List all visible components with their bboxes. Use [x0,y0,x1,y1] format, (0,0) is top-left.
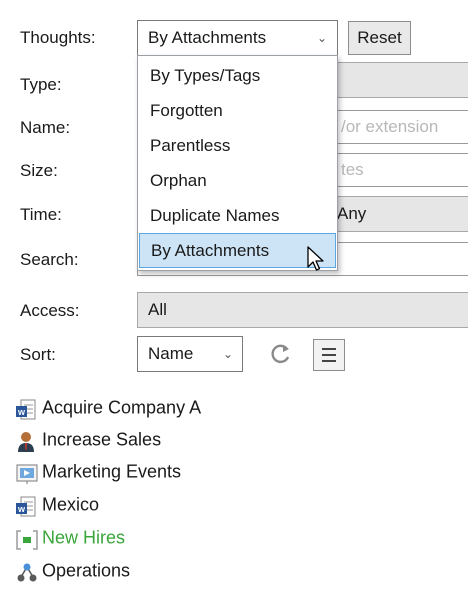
name-input-placeholder: /or extension [341,117,439,136]
access-label: Access: [20,301,80,320]
menu-item-label: By Attachments [151,240,270,260]
search-label: Search: [20,250,79,269]
word-doc-icon: w [16,399,36,420]
menu-item-label: Orphan [150,170,207,190]
thoughts-select[interactable]: By Attachments ⌄ [137,20,338,56]
size-label: Size: [20,161,58,180]
person-icon [16,431,36,452]
word-doc-icon: w [16,496,36,517]
presentation-icon [16,463,38,484]
refresh-icon[interactable] [266,339,296,369]
list-item-label: Increase Sales [42,429,162,450]
sort-select[interactable]: Name ⌄ [137,336,243,372]
svg-text:w: w [17,504,26,514]
chevron-down-icon: ⌄ [222,347,233,361]
menu-item-forgotten[interactable]: Forgotten [139,93,336,128]
list-item-label: Mexico [42,494,100,515]
reset-button[interactable]: Reset [348,21,411,55]
access-select-value: All [148,300,167,319]
thoughts-label: Thoughts: [20,28,96,47]
chevron-down-icon: ⌄ [316,31,327,45]
menu-item-by-types-tags[interactable]: By Types/Tags [139,58,336,93]
list-item-label: Acquire Company A [42,397,202,418]
list-item-label: Marketing Events [42,461,182,482]
access-select[interactable]: All [137,292,468,328]
menu-list-icon[interactable] [313,339,345,371]
menu-item-duplicate-names[interactable]: Duplicate Names [139,198,336,233]
mouse-cursor-icon [306,246,328,279]
name-label: Name: [20,118,71,137]
list-item-label: Operations [42,560,131,581]
menu-item-parentless[interactable]: Parentless [139,128,336,163]
size-input-placeholder: tes [341,160,364,179]
svg-text:w: w [17,407,26,417]
org-chart-icon [16,562,37,582]
time-select-value: Any [337,204,367,223]
thoughts-dropdown-menu: By Types/Tags Forgotten Parentless Orpha… [137,55,338,271]
thoughts-select-value: By Attachments [148,28,267,47]
menu-item-label: Forgotten [150,100,223,120]
menu-item-label: By Types/Tags [150,65,261,85]
menu-item-orphan[interactable]: Orphan [139,163,336,198]
list-item-label: New Hires [42,527,126,548]
time-label: Time: [20,205,62,224]
sort-label: Sort: [20,345,56,364]
menu-item-label: Parentless [150,135,231,155]
green-bracket-icon [16,529,38,550]
type-label: Type: [20,75,62,94]
menu-item-label: Duplicate Names [150,205,280,225]
sort-select-value: Name [148,344,194,363]
